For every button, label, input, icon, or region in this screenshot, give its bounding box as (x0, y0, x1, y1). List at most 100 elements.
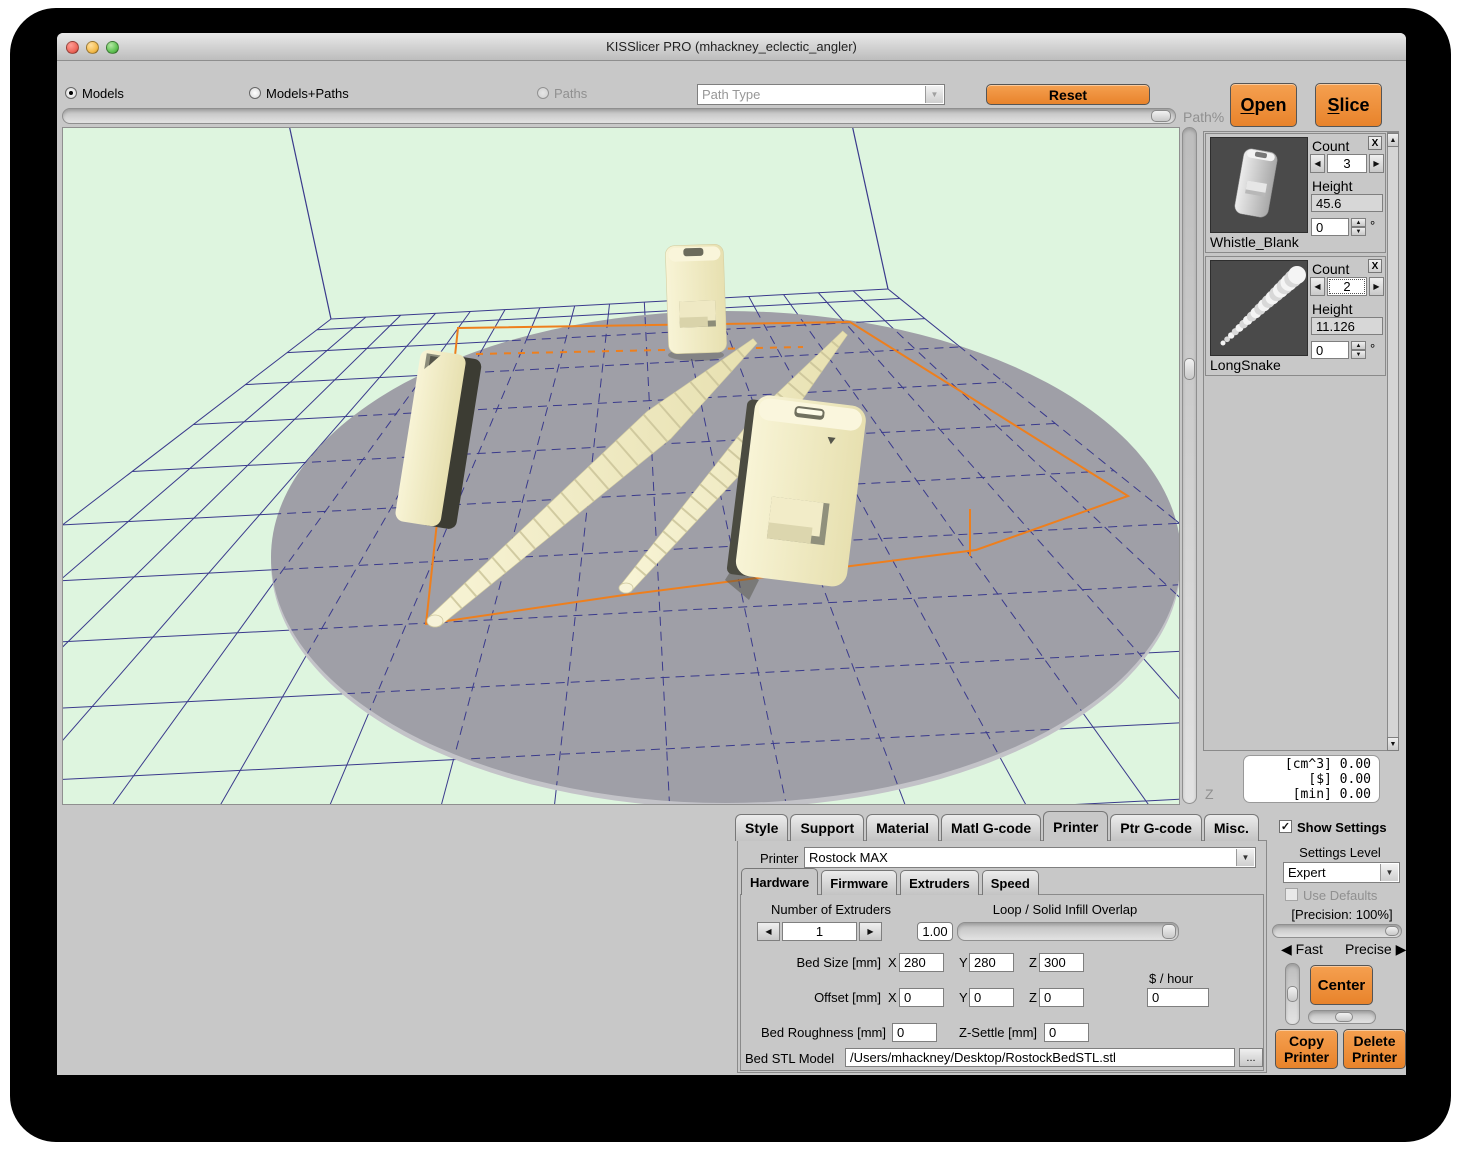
rotation-down-icon[interactable]: ▼ (1351, 350, 1366, 359)
count-field[interactable]: 3 (1327, 154, 1367, 173)
precision-slider-handle[interactable] (1385, 926, 1399, 936)
subtab-extruders[interactable]: Extruders (900, 870, 979, 895)
rotation-up-icon[interactable]: ▲ (1351, 341, 1366, 350)
num-extruders-label: Number of Extruders (751, 902, 911, 917)
count-decrement-icon[interactable]: ◀ (1310, 277, 1325, 296)
layer-slider-handle[interactable] (1184, 358, 1195, 380)
bed-y-field[interactable]: 280 (969, 953, 1014, 972)
view-horizontal-slider-handle[interactable] (1335, 1012, 1353, 1022)
bed-roughness-field[interactable]: 0 (892, 1023, 937, 1042)
precise-label[interactable]: Precise ▶ (1345, 941, 1406, 958)
reset-button[interactable]: Reset (986, 84, 1150, 105)
tab-style[interactable]: Style (735, 814, 788, 841)
path-percent-label: Path% (1183, 109, 1224, 125)
print-stats: [cm^3] 0.00 [$] 0.00 [min] 0.00 (1243, 755, 1380, 803)
tab-support[interactable]: Support (790, 814, 864, 841)
extruders-increment-icon[interactable]: ▶ (859, 922, 882, 941)
view-horizontal-slider[interactable] (1308, 1010, 1376, 1024)
bed-z-field[interactable]: 300 (1039, 953, 1084, 972)
bed-z-label: Z (1029, 955, 1037, 970)
model-name: Whistle_Blank (1210, 234, 1299, 250)
remove-model-button[interactable]: X (1368, 136, 1382, 150)
path-percent-slider[interactable] (62, 108, 1176, 124)
height-field[interactable]: 45.6 (1311, 194, 1383, 212)
precision-slider[interactable] (1272, 924, 1402, 938)
path-percent-slider-handle[interactable] (1151, 110, 1171, 122)
count-decrement-icon[interactable]: ◀ (1310, 154, 1325, 173)
remove-model-button[interactable]: X (1368, 259, 1382, 273)
model-whistle-top (665, 244, 727, 354)
tab-misc[interactable]: Misc. (1204, 814, 1259, 841)
use-defaults-label: Use Defaults (1303, 888, 1377, 903)
tab-printer[interactable]: Printer (1043, 811, 1108, 841)
tab-ptr-gcode[interactable]: Ptr G-code (1110, 814, 1202, 841)
model-card-whistle-blank[interactable]: Whistle_Blank Count X ◀ 3 ▶ Height 45.6 … (1205, 133, 1386, 253)
show-settings-label: Show Settings (1297, 820, 1387, 835)
subtab-speed[interactable]: Speed (982, 870, 1039, 895)
models-paths-radio[interactable] (249, 87, 261, 99)
tab-material[interactable]: Material (866, 814, 939, 841)
models-radio[interactable] (65, 87, 77, 99)
count-field[interactable]: 2 (1327, 277, 1367, 296)
models-paths-radio-label: Models+Paths (266, 86, 349, 101)
scroll-down-icon[interactable]: ▼ (1387, 737, 1399, 751)
offset-x-field[interactable]: 0 (899, 988, 944, 1007)
browse-bed-stl-button[interactable]: ... (1239, 1048, 1263, 1067)
rotation-field[interactable]: 0 (1311, 218, 1349, 236)
chevron-down-icon[interactable]: ▼ (1380, 864, 1398, 881)
count-increment-icon[interactable]: ▶ (1369, 154, 1384, 173)
open-button[interactable]: Open (1230, 83, 1297, 127)
precision-label: [Precision: 100%] (1278, 907, 1406, 922)
model-list-scrollbar[interactable]: ▲ ▼ (1387, 132, 1399, 750)
printer-sub-tabs: Hardware Firmware Extruders Speed (741, 869, 1042, 895)
center-button[interactable]: Center (1310, 965, 1373, 1005)
subtab-hardware[interactable]: Hardware (741, 868, 818, 895)
show-settings-checkbox[interactable]: ✓ (1279, 820, 1292, 833)
height-label: Height (1312, 178, 1352, 194)
overlap-slider[interactable] (957, 922, 1179, 941)
settings-tabs: Style Support Material Matl G-code Print… (735, 812, 1261, 841)
overlap-slider-handle[interactable] (1162, 924, 1176, 939)
degree-label: ° (1370, 218, 1375, 233)
model-thumbnail-snake[interactable] (1210, 260, 1308, 356)
delete-printer-button[interactable]: DeletePrinter (1343, 1029, 1406, 1069)
offset-z-label: Z (1029, 990, 1037, 1005)
tab-matl-gcode[interactable]: Matl G-code (941, 814, 1041, 841)
printer-select[interactable]: Rostock MAX ▼ (804, 847, 1256, 868)
rotation-up-icon[interactable]: ▲ (1351, 218, 1366, 227)
extruders-decrement-icon[interactable]: ◀ (757, 922, 780, 941)
title-bar[interactable]: KISSlicer PRO (mhackney_eclectic_angler) (57, 33, 1406, 61)
bed-x-field[interactable]: 280 (899, 953, 944, 972)
rotation-field[interactable]: 0 (1311, 341, 1349, 359)
overlap-value: 1.00 (917, 922, 953, 941)
view-vertical-slider[interactable] (1285, 963, 1300, 1025)
settings-level-select[interactable]: Expert ▼ (1283, 862, 1400, 883)
model-card-longsnake[interactable]: LongSnake Count X ◀ 2 ▶ Height 11.126 0 … (1205, 256, 1386, 376)
model-list: Whistle_Blank Count X ◀ 3 ▶ Height 45.6 … (1203, 131, 1399, 751)
count-increment-icon[interactable]: ▶ (1369, 277, 1384, 296)
view-vertical-slider-handle[interactable] (1287, 986, 1298, 1002)
model-thumbnail-whistle[interactable] (1210, 137, 1308, 233)
offset-label: Offset [mm] (761, 990, 881, 1005)
layer-slider[interactable] (1182, 127, 1197, 804)
rotation-down-icon[interactable]: ▼ (1351, 227, 1366, 236)
fast-label[interactable]: ◀ Fast (1281, 941, 1323, 958)
subtab-firmware[interactable]: Firmware (821, 870, 897, 895)
scroll-up-icon[interactable]: ▲ (1387, 133, 1399, 147)
dollar-hour-field[interactable]: 0 (1147, 988, 1209, 1007)
model-whistle-center (726, 393, 867, 588)
offset-y-label: Y (959, 990, 968, 1005)
z-settle-field[interactable]: 0 (1044, 1023, 1089, 1042)
bed-stl-field[interactable]: /Users/mhackney/Desktop/RostockBedSTL.st… (845, 1048, 1235, 1067)
slice-button[interactable]: Slice (1315, 83, 1382, 127)
offset-z-field[interactable]: 0 (1039, 988, 1084, 1007)
offset-y-field[interactable]: 0 (969, 988, 1014, 1007)
viewport-3d[interactable] (62, 127, 1180, 805)
height-field[interactable]: 11.126 (1311, 317, 1383, 335)
path-type-select: Path Type ▼ (697, 84, 945, 105)
copy-printer-button[interactable]: CopyPrinter (1275, 1029, 1338, 1069)
paths-radio (537, 87, 549, 99)
chevron-down-icon[interactable]: ▼ (1236, 849, 1254, 866)
num-extruders-field[interactable]: 1 (782, 922, 857, 941)
z-axis-label: Z (1205, 786, 1214, 802)
